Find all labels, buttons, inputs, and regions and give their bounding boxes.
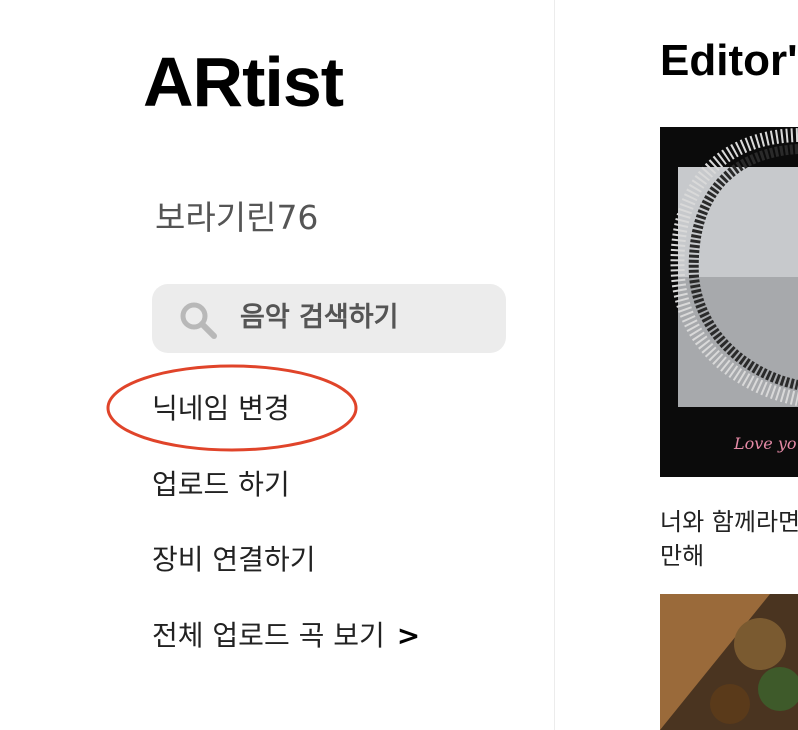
album-caption-line-2: 만해: [660, 542, 705, 570]
change-nickname-link[interactable]: 닉네임 변경: [152, 390, 290, 428]
chevron-right-icon: >: [396, 619, 421, 652]
view-all-uploads-label: 전체 업로드 곡 보기: [152, 619, 385, 652]
view-all-uploads-link[interactable]: 전체 업로드 곡 보기 >: [152, 617, 420, 655]
sidebar: ARtist 보라기린76 음악 검색하기 닉네임 변경 업로드 하기 장비 연…: [0, 0, 555, 730]
editors-pick-title: Editor's: [660, 36, 798, 85]
album-caption[interactable]: 너와 함께라면 만해: [660, 505, 798, 573]
upload-label: 업로드 하기: [152, 468, 290, 501]
app-page: ARtist 보라기린76 음악 검색하기 닉네임 변경 업로드 하기 장비 연…: [0, 0, 798, 730]
album-caption-line-1: 너와 함께라면: [660, 508, 798, 536]
upload-link[interactable]: 업로드 하기: [152, 466, 290, 504]
album-cover-art-2: [660, 594, 798, 730]
app-logo[interactable]: ARtist: [143, 40, 344, 124]
search-placeholder: 음악 검색하기: [240, 302, 399, 333]
username-label: 보라기린76: [155, 198, 319, 237]
album-cover-art: Love yo: [660, 127, 798, 477]
connect-device-label: 장비 연결하기: [152, 543, 316, 576]
search-input[interactable]: 음악 검색하기: [152, 284, 506, 353]
album-cover-image-2[interactable]: [660, 594, 798, 730]
connect-device-link[interactable]: 장비 연결하기: [152, 541, 315, 579]
search-icon: [180, 302, 217, 339]
album-cover-text: Love yo: [733, 434, 797, 453]
change-nickname-label: 닉네임 변경: [152, 392, 290, 425]
album-cover-image[interactable]: Love yo: [660, 127, 798, 477]
